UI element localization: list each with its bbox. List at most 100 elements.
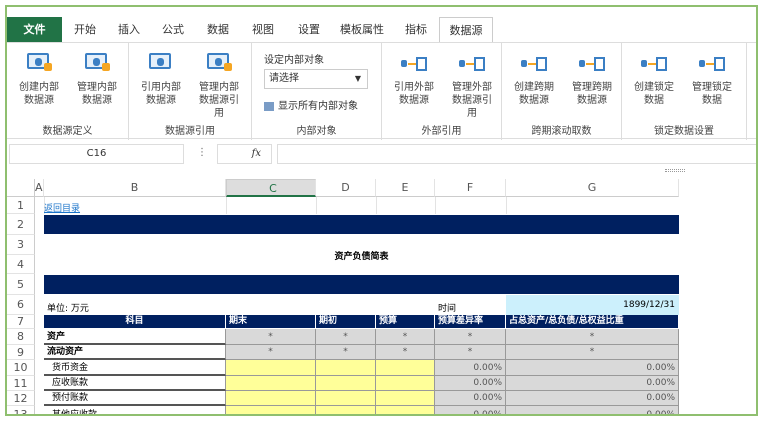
data-cell[interactable]: 0.00% [506, 360, 679, 376]
ribbon-button[interactable]: 管理跨期 数据源 [564, 51, 620, 107]
column-header-E[interactable]: E [376, 179, 435, 197]
row-header-7[interactable]: 7 [7, 315, 35, 329]
data-cell[interactable]: * [376, 345, 435, 360]
row-header-11[interactable]: 11 [7, 376, 35, 391]
data-cell[interactable] [376, 360, 435, 376]
data-cell[interactable] [316, 376, 376, 391]
ribbon-button-label: 管理内部 数据源 [77, 82, 117, 106]
fx-icon[interactable]: fx [217, 144, 272, 164]
ribbon-button[interactable]: 创建内部 数据源 [11, 51, 67, 107]
data-cell[interactable] [376, 406, 435, 414]
ribbon-button[interactable]: 创建跨期 数据源 [506, 51, 562, 107]
ribbon-group-5: 锁定数据设置 创建锁定 数据 管理锁定 数据 [622, 43, 747, 140]
data-cell[interactable]: 0.00% [506, 376, 679, 391]
target-shape [416, 57, 427, 71]
tab-6[interactable]: 设置 [287, 17, 331, 42]
resize-handle[interactable] [665, 169, 685, 172]
ribbon-button[interactable]: 引用外部 数据源 [386, 51, 442, 107]
data-cell[interactable] [316, 360, 376, 376]
tab-7[interactable]: 模板属性 [333, 17, 391, 42]
tab-9[interactable]: 数据源 [439, 17, 493, 42]
tab-3[interactable]: 公式 [153, 17, 193, 42]
row-header-10[interactable]: 10 [7, 360, 35, 376]
ribbon-group-label: 数据源定义 [42, 126, 93, 137]
tab-8[interactable]: 指标 [395, 17, 437, 42]
database-monitor-icon [146, 51, 176, 77]
data-cell[interactable] [226, 376, 316, 391]
row-header-4[interactable]: 4 [7, 255, 35, 274]
column-header-B[interactable]: B [44, 179, 226, 197]
gridline [316, 197, 317, 214]
row-header-12[interactable]: 12 [7, 391, 35, 406]
navy-band-top [44, 215, 679, 234]
column-header-D[interactable]: D [316, 179, 376, 197]
column-header-A[interactable]: A [35, 179, 44, 197]
data-cell[interactable]: 0.00% [506, 406, 679, 414]
datasource-link-icon [697, 51, 727, 77]
app-window: 文件 开始 插入 公式 数据 视图 设置 模板属性 指标 数据源 数据源定义 创建内部 数据源 管理内… [5, 5, 758, 416]
data-cell[interactable]: 0.00% [435, 376, 506, 391]
ribbon-button-label: 引用内部 数据源 [141, 82, 181, 106]
datasource-link-icon [457, 51, 487, 77]
data-cell[interactable]: * [435, 329, 506, 345]
internal-object-select[interactable]: 请选择 ▼ [264, 69, 368, 89]
data-cell[interactable] [376, 376, 435, 391]
row-header-5[interactable]: 5 [7, 274, 35, 295]
row-header-3[interactable]: 3 [7, 235, 35, 255]
time-label: 时间 [438, 304, 457, 314]
row-header-6[interactable]: 6 [7, 295, 35, 315]
data-cell[interactable]: * [435, 345, 506, 360]
data-cell[interactable]: * [506, 345, 679, 360]
formula-input[interactable] [277, 144, 756, 164]
data-cell[interactable]: 0.00% [435, 391, 506, 406]
tab-5[interactable]: 视图 [243, 17, 283, 42]
datasource-link-icon [639, 51, 669, 77]
tab-0[interactable]: 文件 [7, 17, 62, 42]
datasource-link-icon [399, 51, 429, 77]
select-all-corner[interactable] [7, 179, 35, 197]
tab-4[interactable]: 数据 [197, 17, 239, 42]
data-cell[interactable]: * [316, 345, 376, 360]
ribbon-button[interactable]: 管理锁定 数据 [684, 51, 740, 107]
ribbon-button[interactable]: 管理外部 数据源引 用 [444, 51, 500, 120]
column-header-G[interactable]: G [506, 179, 679, 197]
show-all-button[interactable]: 显示所有内部对象 [264, 97, 358, 112]
ribbon-button[interactable]: 管理内部 数据源 [69, 51, 125, 107]
ribbon-group-label: 外部引用 [421, 126, 462, 137]
source-shape [641, 60, 647, 67]
data-cell[interactable] [226, 391, 316, 406]
row-header-9[interactable]: 9 [7, 345, 35, 360]
column-header-C[interactable]: C [226, 179, 316, 197]
ribbon-group-2: 内部对象 设定内部对象 请选择 ▼ 显示所有内部对象 [252, 43, 382, 140]
row-header-2[interactable]: 2 [7, 214, 35, 235]
data-cell[interactable] [376, 391, 435, 406]
more-options-icon[interactable]: ⋮ [197, 147, 207, 158]
row-header-1[interactable]: 1 [7, 197, 35, 214]
data-cell[interactable]: * [506, 329, 679, 345]
ribbon-button[interactable]: 管理内部 数据源引 用 [191, 51, 247, 120]
row-header-13[interactable]: 13 [7, 406, 35, 414]
data-cell[interactable]: * [226, 345, 316, 360]
data-cell[interactable]: 0.00% [435, 406, 506, 414]
gridline [376, 197, 377, 214]
ribbon-button[interactable]: 引用内部 数据源 [133, 51, 189, 107]
data-cell[interactable] [316, 391, 376, 406]
tab-2[interactable]: 插入 [109, 17, 149, 42]
data-cell[interactable]: * [376, 329, 435, 345]
row-header-8[interactable]: 8 [7, 329, 35, 345]
data-cell[interactable] [316, 406, 376, 414]
ribbon-button[interactable]: 创建锁定 数据 [626, 51, 682, 107]
column-header-F[interactable]: F [435, 179, 506, 197]
data-cell[interactable] [226, 360, 316, 376]
database-monitor-icon [24, 51, 54, 77]
name-box[interactable]: C16 [9, 144, 184, 164]
tab-1[interactable]: 开始 [65, 17, 105, 42]
data-cell[interactable]: * [226, 329, 316, 345]
data-cell[interactable]: 0.00% [435, 360, 506, 376]
data-cell[interactable]: 0.00% [506, 391, 679, 406]
gridline [435, 197, 436, 214]
data-cell[interactable]: * [316, 329, 376, 345]
data-cell[interactable] [226, 406, 316, 414]
back-to-index-link[interactable]: 返回目录 [44, 201, 80, 214]
gridline [226, 197, 227, 214]
